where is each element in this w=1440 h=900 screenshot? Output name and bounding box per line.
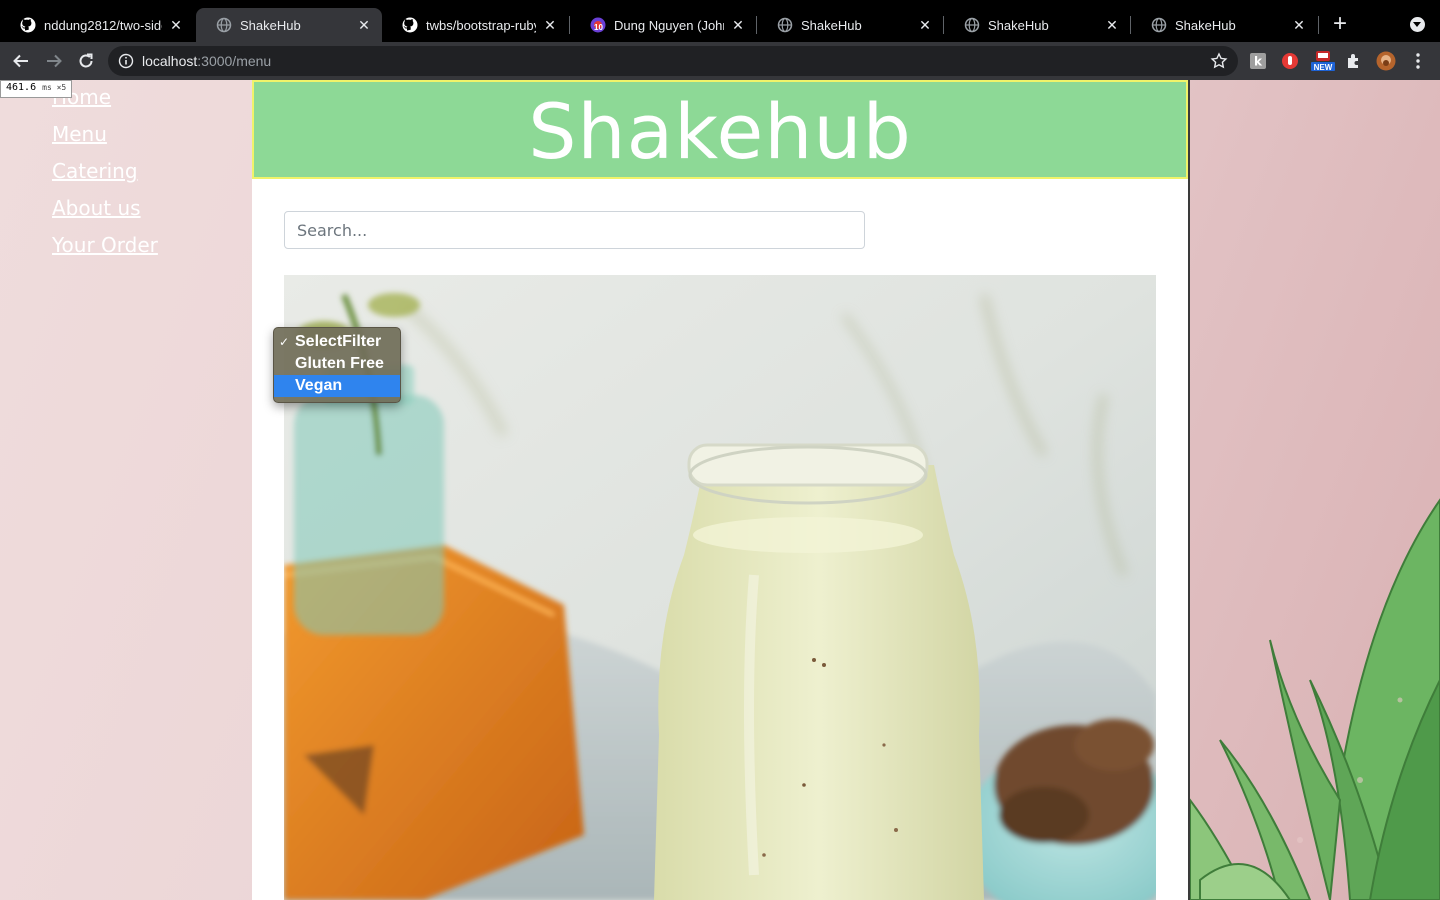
close-icon[interactable]: ✕ xyxy=(542,17,558,33)
tab-title: twbs/bootstrap-rubyg xyxy=(426,17,536,33)
tab-strip: nddung2812/two-side ✕ ShakeHub ✕ twbs/bo… xyxy=(0,0,1440,42)
close-icon[interactable]: ✕ xyxy=(1104,17,1120,33)
filter-option-selectfilter[interactable]: ✓ SelectFilter xyxy=(274,331,400,353)
site-title: Shakehub xyxy=(528,87,912,176)
tab-github-two-side[interactable]: nddung2812/two-side ✕ xyxy=(0,8,194,42)
extensions-puzzle-icon[interactable] xyxy=(1344,51,1364,71)
site-header: Shakehub xyxy=(252,80,1188,179)
tab-shakehub[interactable]: ShakeHub ✕ xyxy=(944,8,1130,42)
close-icon[interactable]: ✕ xyxy=(1291,17,1307,33)
nav-link-about-us[interactable]: About us xyxy=(52,195,158,232)
more-menu-icon[interactable] xyxy=(1408,51,1428,71)
tab-profile-dung-nguyen[interactable]: 10 Dung Nguyen (Johnny ✕ xyxy=(570,8,756,42)
filter-select-dropdown[interactable]: ✓ SelectFilter Gluten Free Vegan xyxy=(273,327,401,403)
new-tab-plus-icon[interactable]: + xyxy=(1330,12,1350,36)
filter-option-vegan[interactable]: Vegan xyxy=(274,375,400,397)
smoothie-photo xyxy=(284,275,1156,900)
url-path: :3000/menu xyxy=(197,53,272,69)
tab-search-icon[interactable] xyxy=(1410,17,1425,32)
tab-title: nddung2812/two-side xyxy=(44,17,162,33)
close-icon[interactable]: ✕ xyxy=(730,17,746,33)
url-text: localhost:3000/menu xyxy=(142,53,271,69)
page-viewport: Home Menu Catering About us Your Order 4… xyxy=(0,80,1440,900)
tab-shakehub-active[interactable]: ShakeHub ✕ xyxy=(196,8,382,42)
option-label: Gluten Free xyxy=(295,355,384,372)
tab-title: Dung Nguyen (Johnny xyxy=(614,17,724,33)
nav-link-your-order[interactable]: Your Order xyxy=(52,232,158,269)
perf-unit: ms ×5 xyxy=(42,83,67,92)
pineapple-plant-image xyxy=(1189,80,1440,900)
back-arrow-icon[interactable] xyxy=(10,50,32,72)
nav-link-menu[interactable]: Menu xyxy=(52,121,158,158)
tab-shakehub[interactable]: ShakeHub ✕ xyxy=(757,8,943,42)
tab-github-bootstrap[interactable]: twbs/bootstrap-rubyg ✕ xyxy=(382,8,568,42)
extension-red-hand-icon[interactable] xyxy=(1280,51,1300,71)
side-navigation: Home Menu Catering About us Your Order xyxy=(52,84,158,269)
option-label: Vegan xyxy=(295,377,343,394)
performance-overlay: 461.6 ms ×5 xyxy=(0,80,73,98)
close-icon[interactable]: ✕ xyxy=(168,17,184,33)
close-icon[interactable]: ✕ xyxy=(917,17,933,33)
globe-icon xyxy=(1151,17,1167,33)
globe-icon xyxy=(216,17,232,33)
close-icon[interactable]: ✕ xyxy=(356,17,372,33)
tab-title: ShakeHub xyxy=(240,17,301,33)
filter-option-gluten-free[interactable]: Gluten Free xyxy=(274,353,400,375)
nav-link-catering[interactable]: Catering xyxy=(52,158,158,195)
notification-badge: 10 xyxy=(594,23,603,32)
tab-shakehub[interactable]: ShakeHub ✕ xyxy=(1131,8,1317,42)
extension-k-icon[interactable]: k xyxy=(1248,51,1268,71)
perf-value: 461.6 xyxy=(6,82,37,93)
extension-new-badge-icon[interactable]: NEW xyxy=(1310,51,1336,72)
new-badge-label: NEW xyxy=(1313,63,1333,72)
site-info-icon[interactable] xyxy=(118,53,134,69)
github-icon xyxy=(20,17,36,33)
checkmark-icon: ✓ xyxy=(279,335,290,349)
option-label: SelectFilter xyxy=(295,333,382,350)
github-icon xyxy=(402,17,418,33)
reload-icon[interactable] xyxy=(75,50,97,72)
tab-title: ShakeHub xyxy=(1175,17,1236,33)
tab-separator xyxy=(1318,16,1319,34)
profile-icon: 10 xyxy=(590,17,606,33)
browser-toolbar: localhost:3000/menu k NEW xyxy=(0,42,1440,80)
search-input[interactable] xyxy=(284,211,865,249)
bookmark-star-icon[interactable] xyxy=(1210,52,1228,70)
globe-icon xyxy=(964,17,980,33)
address-bar[interactable]: localhost:3000/menu xyxy=(108,46,1238,76)
tab-title: ShakeHub xyxy=(801,17,862,33)
url-host: localhost xyxy=(142,53,198,69)
globe-icon xyxy=(777,17,793,33)
svg-text:k: k xyxy=(1254,55,1263,69)
main-content: Shakehub xyxy=(252,80,1190,900)
forward-arrow-icon[interactable] xyxy=(43,50,65,72)
tab-title: ShakeHub xyxy=(988,17,1049,33)
profile-avatar-icon[interactable] xyxy=(1376,51,1396,71)
